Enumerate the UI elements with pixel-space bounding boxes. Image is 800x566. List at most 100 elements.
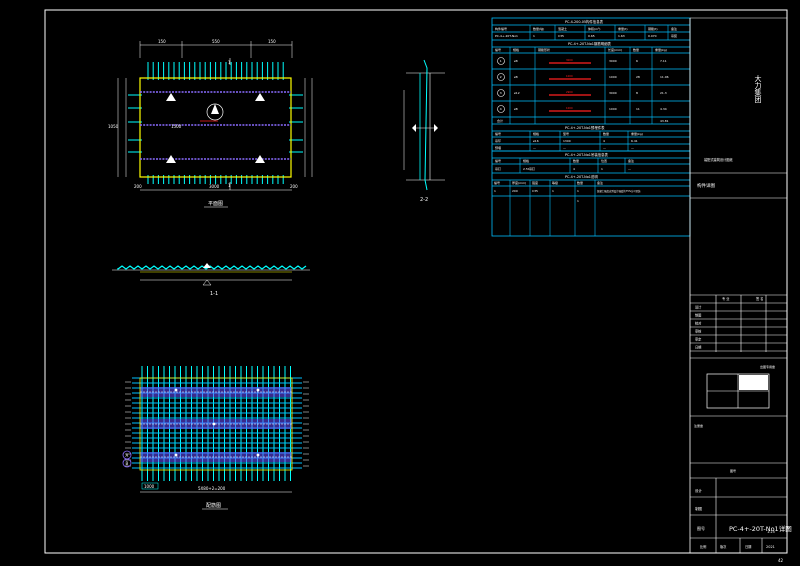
table-header: 规格 — [523, 158, 529, 163]
rebar-count: 6 — [636, 59, 638, 63]
cad-drawing-sheet: 150 550 150 1500 1 1 1050 200 3000 200 平… — [44, 9, 792, 563]
stamp-label: 出图专用章 — [760, 364, 775, 369]
table-title: PC-4+-20T-No1吊装信息表 — [565, 152, 608, 157]
rebar-number: 4 — [500, 107, 502, 111]
table-cell: 1 — [577, 199, 579, 203]
page-number: 42 — [778, 558, 784, 563]
table-header: 混凝土 — [558, 26, 567, 31]
plan-dim-bot-2: 3000 — [209, 184, 220, 189]
tb-col-head: 签 名 — [756, 296, 763, 301]
date-value: 2021 — [766, 545, 775, 549]
table-cell: 1.63 — [618, 34, 625, 38]
rebar-length: 3000 — [609, 91, 617, 95]
section-2-2-label: 2-2 — [420, 197, 428, 203]
table-header: 数量 — [603, 131, 609, 136]
lift-point-marker — [255, 93, 265, 101]
scale-value: 1:25 — [767, 530, 775, 534]
table-title: PC-4+-20T-No1说明 — [565, 174, 598, 179]
plan-dim-top-2: 550 — [212, 39, 220, 44]
table-header: 型号 — [563, 131, 569, 136]
table-cell: 2.5t吊钉 — [523, 166, 535, 171]
rebar-length: 3000 — [609, 59, 617, 63]
table-header: 规格 — [533, 131, 539, 136]
table-cell: 200 — [512, 189, 518, 193]
drawing-title: PC-4+-20T-No1详图 — [729, 524, 792, 533]
table-cell: — — [631, 146, 634, 150]
rebar-weight: 11.06 — [660, 75, 669, 79]
table-cell: PC-4+-20T-No1 — [495, 34, 518, 38]
tb-role-label: 审定 — [695, 337, 702, 342]
table-header: 重量(t) — [618, 26, 628, 31]
table-cell: 吊环 — [495, 139, 501, 143]
table-header: 厚度(mm) — [512, 180, 526, 185]
project-name: 装配式建筑设计图纸 — [704, 157, 733, 162]
table-header: 编号 — [495, 158, 501, 163]
table-cell: 混凝土强度达到设计强度的75%方可吊装 — [597, 189, 641, 193]
table-header: 编号 — [495, 47, 501, 52]
tb-row-draw: 制图 — [695, 506, 703, 511]
tb-role-label: 审核 — [695, 329, 702, 334]
table-header: 构件编号 — [495, 26, 507, 31]
plan-center-text: 1500 — [171, 124, 182, 129]
lift-anchor-dot — [212, 422, 216, 426]
rebar-weight: 7.11 — [660, 59, 667, 63]
rebar-length: 1000 — [609, 107, 617, 111]
plan-view-label: 平面图 — [208, 201, 223, 207]
plan-dim-bot-1: 200 — [134, 184, 142, 189]
table-cell: 吊钉 — [495, 166, 501, 171]
section-2-2-view: 2-2 — [403, 59, 445, 203]
table-header: 钢筋形状 — [538, 47, 550, 52]
rebar-total: 43.81 — [660, 119, 669, 123]
plan-cut-mark-bot: 1 — [228, 183, 231, 188]
table-cell: ⌀16 — [533, 139, 539, 143]
plan-dim-top-3: 150 — [268, 39, 276, 44]
table-cell: 0.070 — [648, 34, 657, 38]
table-cell: — — [563, 146, 566, 150]
plan-view: 150 550 150 1500 1 1 1050 200 3000 200 平… — [108, 39, 313, 208]
table-header: 数量 — [633, 47, 639, 52]
table-header: 编号 — [495, 131, 501, 136]
lift-point-marker — [166, 93, 176, 101]
table-cell: — — [628, 167, 631, 171]
table-cell: C35 — [532, 189, 538, 193]
section-1-1-view: 1-1 — [112, 263, 310, 297]
rebar-spec: ⌀8 — [514, 59, 518, 63]
plan-cut-mark-top: 1 — [228, 60, 231, 65]
table-header: 钢筋(t) — [648, 26, 658, 31]
scale-label: 比例 — [700, 544, 706, 549]
table-cell: 1 — [577, 189, 579, 193]
table-cell: 0.65 — [588, 34, 595, 38]
rebar-view-label: 配筋图 — [206, 502, 221, 509]
table-header: 编号 — [494, 180, 500, 185]
rebar-spec: ⌀8 — [514, 75, 518, 79]
rebar-callout-a-text: A — [126, 453, 129, 458]
table-header: 长度(mm) — [608, 47, 622, 52]
table-cell: 1 — [533, 34, 535, 38]
rebar-shape-dim: 2900 — [566, 90, 573, 94]
table-title: PC-4+-20T-No1预埋件表 — [565, 125, 605, 130]
rebar-shape-dim: 3000 — [566, 58, 573, 62]
plan-slab-outline — [139, 77, 292, 178]
rebar-number: 3 — [500, 91, 502, 95]
table-cell: 1 — [552, 189, 554, 193]
tb-row-design: 设计 — [695, 488, 703, 493]
table-title: PC-4-200-05构件信息表 — [565, 19, 604, 24]
table-cell: 4 — [573, 167, 575, 171]
table-cell: C35 — [558, 34, 564, 38]
table-header: 备注 — [628, 158, 634, 163]
date-label: 日期 — [745, 544, 751, 549]
table-cell: 1300 — [563, 139, 571, 143]
plan-dim-top-1: 150 — [158, 39, 166, 44]
sheet-label: 构件详图 — [697, 182, 715, 189]
table-header: 位置 — [601, 158, 607, 163]
table-cell: — — [533, 146, 536, 150]
table-cell: 6.41 — [631, 139, 638, 143]
tb-col-head: 专 业 — [722, 296, 729, 301]
table-header: 等级 — [552, 180, 558, 185]
rebar-number: 1 — [500, 59, 502, 63]
rebar-length: 1000 — [609, 75, 617, 79]
rebar-spec: ⌀12 — [514, 91, 520, 95]
table-header: 体积(m³) — [588, 26, 600, 31]
rebar-weight: 21.3 — [660, 91, 667, 95]
table-cell: 吊装 — [671, 33, 677, 38]
